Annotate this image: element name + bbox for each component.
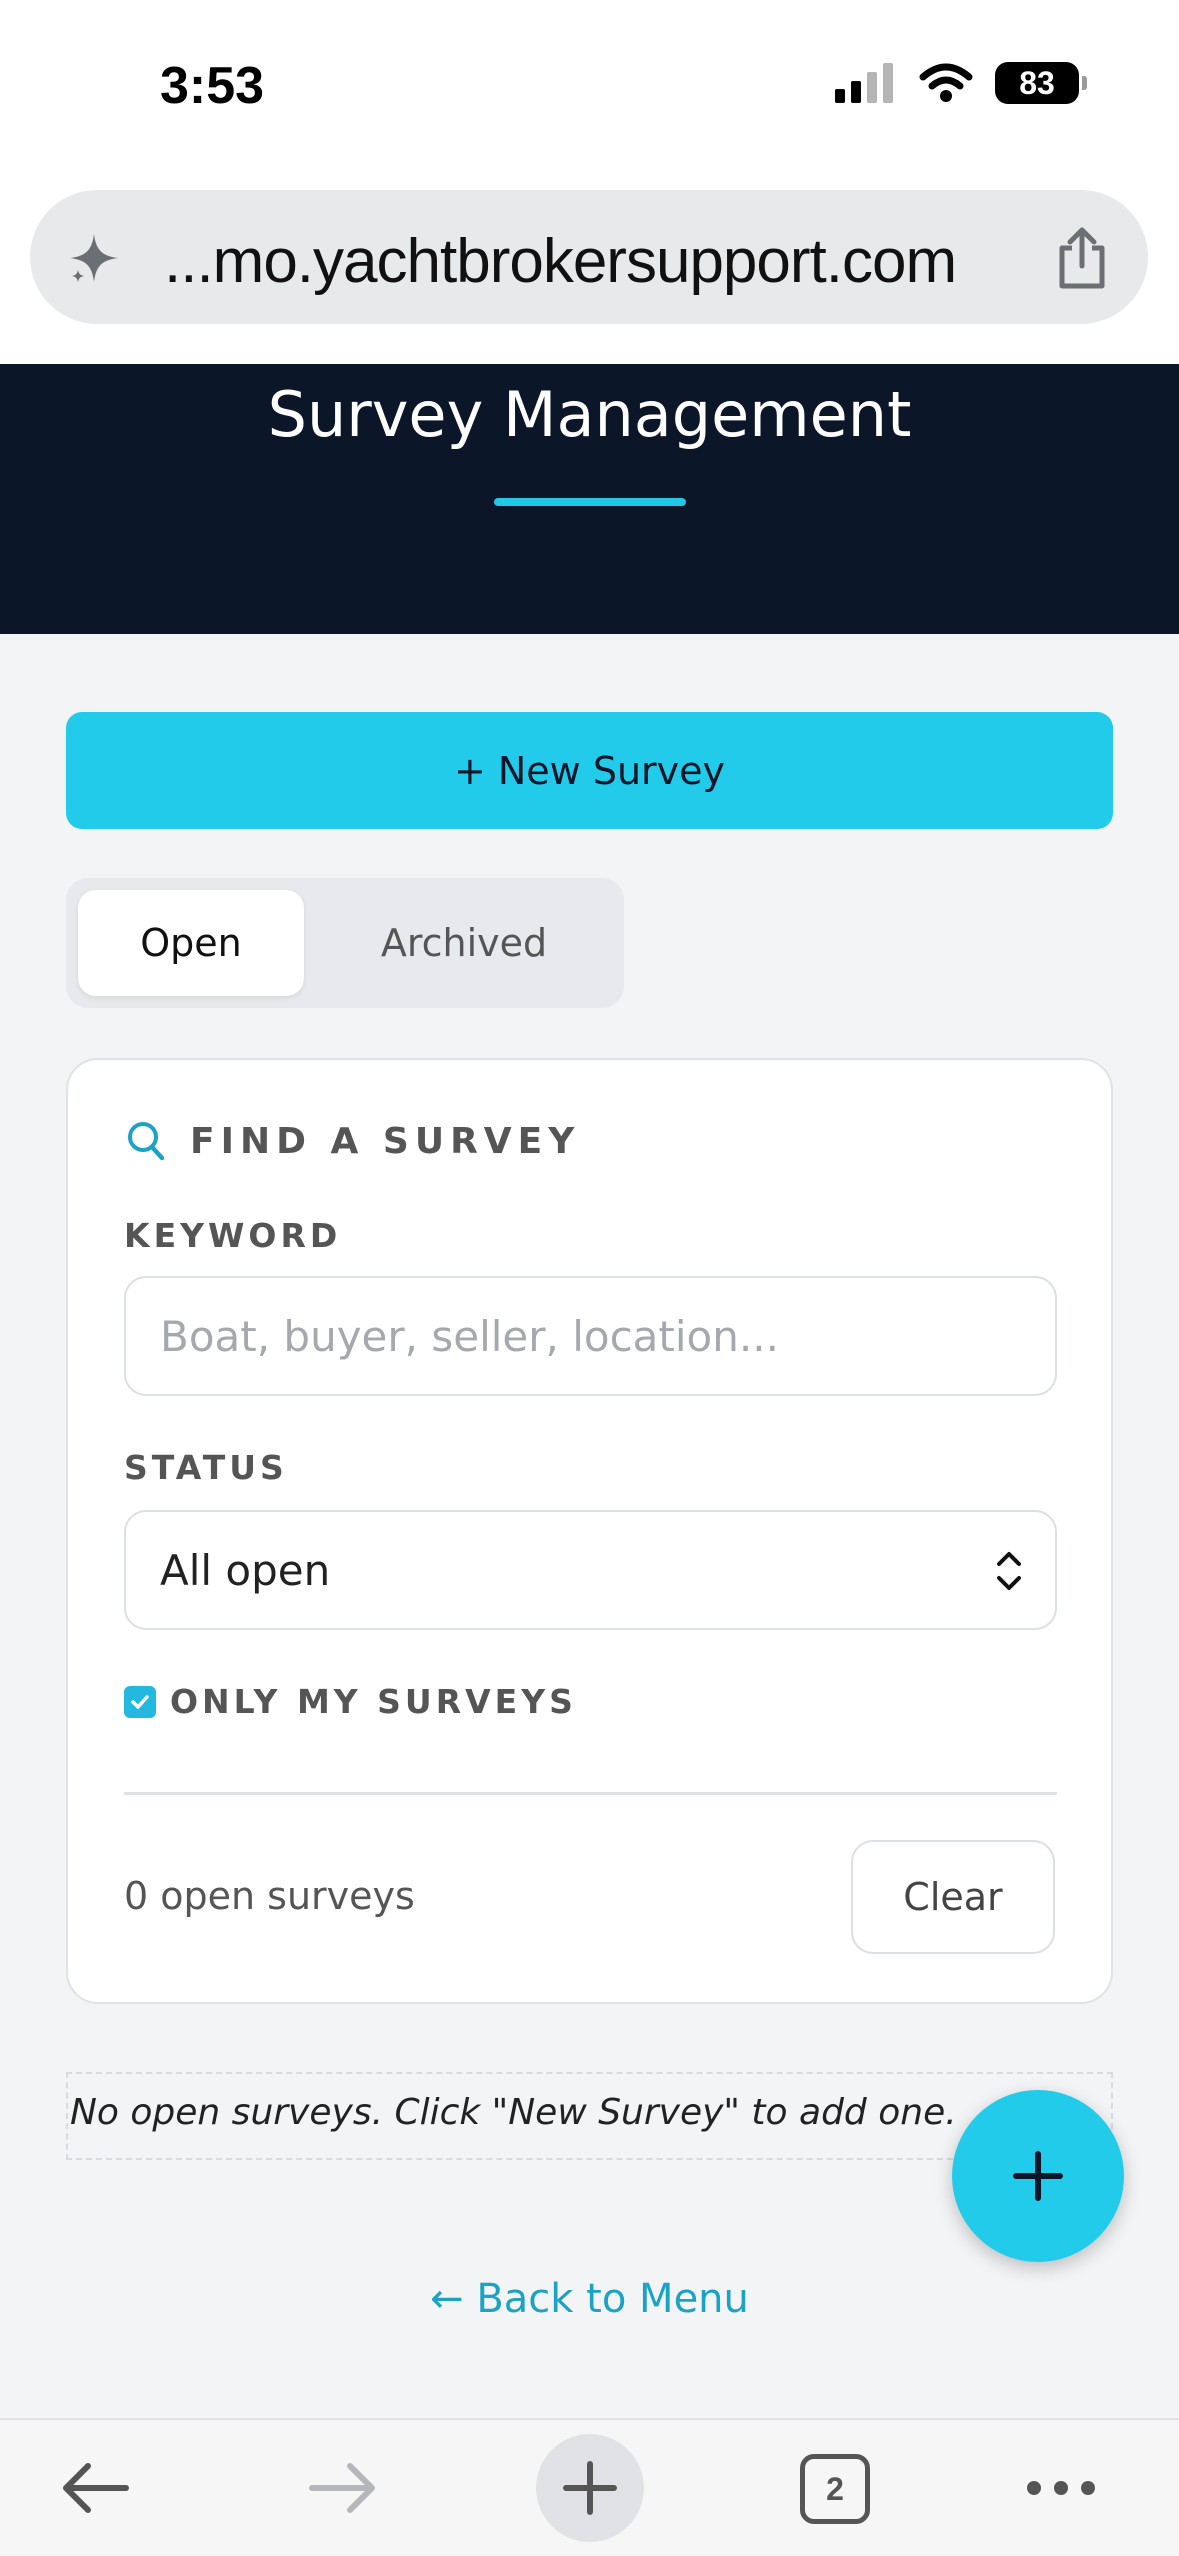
only-my-surveys-checkbox[interactable] [124,1685,156,1718]
find-survey-header: FIND A SURVEY [126,1120,580,1162]
keyword-input[interactable] [124,1276,1057,1396]
survey-tabs: Open Archived [66,878,624,1008]
status-select[interactable]: All open [124,1510,1057,1630]
back-to-menu-link[interactable]: ← Back to Menu [0,2276,1179,2322]
page-header: Survey Management [0,364,1179,634]
new-survey-button[interactable]: + New Survey [66,712,1113,829]
forward-button[interactable] [298,2448,388,2528]
battery-indicator: 83 [995,62,1087,104]
search-icon [128,1122,165,1161]
chevron-up-down-icon [997,1552,1021,1590]
checkmark-icon [131,1694,149,1709]
browser-url-area: ...mo.yachtbrokersupport.com [0,180,1179,364]
card-divider [124,1792,1057,1795]
wifi-icon [919,63,973,102]
plus-icon [1013,2151,1063,2201]
status-select-value: All open [160,1546,331,1595]
share-icon[interactable] [1054,226,1110,290]
new-tab-icon [563,2461,617,2515]
status-time: 3:53 [160,57,265,115]
battery-level: 83 [1019,64,1055,101]
url-bar[interactable]: ...mo.yachtbrokersupport.com [30,190,1148,324]
tab-open[interactable]: Open [78,890,304,996]
url-text[interactable]: ...mo.yachtbrokersupport.com [164,226,957,297]
tabs-button[interactable]: 2 [800,2454,870,2524]
new-tab-button[interactable] [536,2434,644,2542]
back-arrow-icon [63,2463,129,2513]
find-survey-title: FIND A SURVEY [190,1120,581,1162]
sparkle-icon[interactable] [66,230,122,286]
only-my-surveys-row: ONLY MY SURVEYS [124,1682,577,1721]
page-title: Survey Management [267,378,912,451]
cellular-signal-icon [835,63,893,103]
status-icons: 83 [835,62,1087,104]
empty-state-message: No open surveys. Click "New Survey" to a… [70,2092,957,2133]
more-button[interactable] [1016,2448,1106,2528]
add-survey-fab[interactable] [952,2090,1124,2262]
clear-button[interactable]: Clear [851,1840,1055,1954]
keyword-label: KEYWORD [124,1216,342,1255]
more-icon [1027,2481,1095,2495]
only-my-surveys-label[interactable]: ONLY MY SURVEYS [170,1682,577,1721]
status-bar: 3:53 83 [0,0,1179,180]
status-label: STATUS [124,1448,288,1487]
forward-arrow-icon [309,2463,375,2513]
back-button[interactable] [50,2448,140,2528]
find-survey-card: FIND A SURVEY KEYWORD STATUS All open ON… [66,1058,1113,2004]
tab-archived[interactable]: Archived [316,890,612,996]
title-underline [494,498,686,506]
tab-count: 2 [826,2470,844,2507]
browser-toolbar: 2 [0,2418,1179,2556]
result-count: 0 open surveys [124,1874,415,1918]
